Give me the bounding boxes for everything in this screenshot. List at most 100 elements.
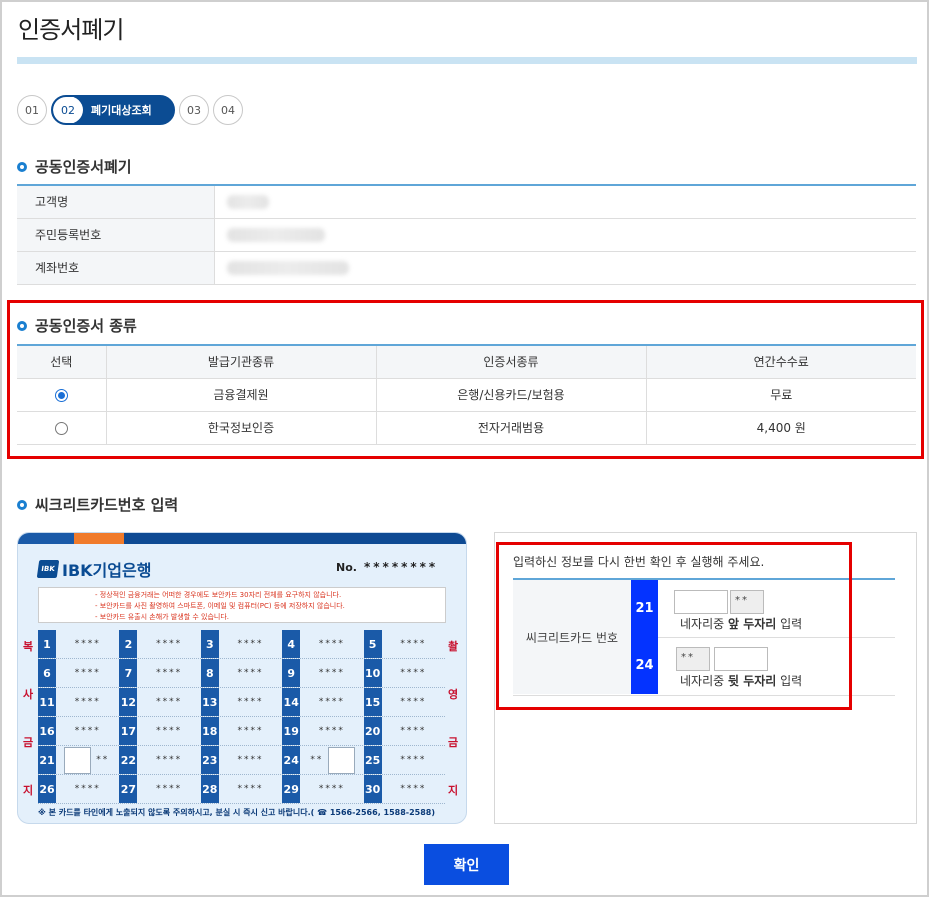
card-notice: - 정상적인 금융거래는 어떠한 경우에도 보안카드 30자리 전체를 요구하지… <box>38 587 446 623</box>
card-cell-number: 6 <box>38 659 56 687</box>
card-cell-value: **** <box>300 630 363 658</box>
card-cell-mask: **** <box>156 784 183 794</box>
card-cell-mask: **** <box>156 755 183 765</box>
customer-info-table: 고객명 주민등록번호 계좌번호 <box>17 184 916 285</box>
card-footer: ※ 본 카드를 타인에게 노출되지 않도록 주의하시고, 분실 시 즉시 신고 … <box>38 808 436 817</box>
card-cell-value: **** <box>382 775 445 803</box>
cert-type-table: 선택 발급기관종류 인증서종류 연간수수료 금융결제원 은행/신용카드/보험용 … <box>17 344 916 445</box>
step-03: 03 <box>179 95 209 125</box>
card-cell-number: 20 <box>363 717 382 745</box>
card-cell-value: **** <box>137 688 200 716</box>
card-cell-value: **** <box>137 746 200 774</box>
security-card-grid: 1 **** 2 **** 3 **** 4 **** 5 **** 6 **** 7 **** 8 ****… <box>38 630 445 804</box>
col-select: 선택 <box>17 345 106 379</box>
highlight-box-input <box>496 542 852 710</box>
issuer-cell: 금융결제원 <box>105 378 376 412</box>
bank-name: IBK기업은행 <box>62 561 152 580</box>
card-cell-number: 23 <box>200 746 219 774</box>
card-cell-number: 9 <box>282 659 301 687</box>
card-cell-mask: **** <box>237 726 264 736</box>
section-secret-card-label: 씨크리트카드번호 입력 <box>35 496 179 514</box>
resident-number-value <box>214 218 916 252</box>
notice-line: - 보안카드 유출시 손해가 발생할 수 있습니다. <box>95 613 230 621</box>
card-cell-mask: **** <box>156 639 183 649</box>
customer-name-value <box>214 185 916 219</box>
card-grid-row: 1 **** 2 **** 3 **** 4 **** 5 **** <box>38 630 445 659</box>
table-row: 한국정보인증 전자거래범용 4,400 원 <box>17 411 916 445</box>
card-cell-mask: **** <box>318 639 345 649</box>
side-char-right: 지 <box>448 784 459 797</box>
section-cert-type-label: 공동인증서 종류 <box>35 317 137 335</box>
confirm-button[interactable]: 확인 <box>424 844 509 885</box>
card-cell-value: **** <box>382 746 445 774</box>
card-cell-number: 1 <box>38 630 56 658</box>
account-number-value <box>214 251 916 285</box>
card-cell-mask: **** <box>400 668 427 678</box>
card-grid-row: 21 ** 22 **** 23 **** 24 ** 25 **** <box>38 746 445 775</box>
card-cell-mask: **** <box>74 697 101 707</box>
step-01: 01 <box>17 95 47 125</box>
title-divider <box>17 57 917 64</box>
table-row: 계좌번호 <box>17 251 916 285</box>
card-cell-number: 16 <box>38 717 56 745</box>
card-cell-number: 12 <box>119 688 138 716</box>
card-cell-value: **** <box>56 688 119 716</box>
card-cell-mask: **** <box>156 697 183 707</box>
radio-kftc[interactable] <box>54 388 68 402</box>
radio-kica[interactable] <box>54 421 68 435</box>
side-char-left: 금 <box>23 736 34 749</box>
card-cell-number: 5 <box>363 630 382 658</box>
card-cell-value: **** <box>219 630 282 658</box>
step-02-label: 폐기대상조회 <box>91 104 152 117</box>
side-char-right: 촬 <box>448 640 459 653</box>
bullet-icon <box>17 320 27 331</box>
card-cell-mask: **** <box>400 639 427 649</box>
account-number-label: 계좌번호 <box>17 251 215 285</box>
section-cert-revoke-title: 공동인증서폐기 <box>17 156 132 177</box>
bullet-icon <box>17 161 27 172</box>
card-cell-mask: **** <box>237 639 264 649</box>
select-cell <box>17 411 106 445</box>
card-cell-number: 13 <box>200 688 219 716</box>
card-cell-value: **** <box>137 630 200 658</box>
bullet-icon <box>17 499 27 510</box>
card-cell-mask: **** <box>318 697 345 707</box>
step-02-active: 02 폐기대상조회 <box>51 95 175 125</box>
card-cell-value: **** <box>56 717 119 745</box>
card-cell-value: **** <box>300 659 363 687</box>
card-cell-partial-mask: ** <box>96 755 110 765</box>
card-cell-mask: **** <box>237 697 264 707</box>
card-cell-value: **** <box>300 717 363 745</box>
redacted-value <box>226 227 325 242</box>
card-cell-partial-mask: ** <box>310 755 324 765</box>
card-grid-row: 6 **** 7 **** 8 **** 9 **** 10 **** <box>38 659 445 688</box>
bank-logo: IBK IBK기업은행 <box>36 557 152 581</box>
card-cell-value: ** <box>300 746 363 774</box>
card-cell-value: **** <box>137 717 200 745</box>
customer-name-label: 고객명 <box>17 185 215 219</box>
card-cell-number: 8 <box>200 659 219 687</box>
card-cell-number: 26 <box>38 775 56 803</box>
card-cell-value: **** <box>300 775 363 803</box>
cert-type-cell: 은행/신용카드/보험용 <box>375 378 646 412</box>
step-indicator: 01 02 폐기대상조회 03 04 <box>17 95 243 125</box>
card-cell-number: 4 <box>282 630 301 658</box>
card-cell-number: 21 <box>38 746 56 774</box>
select-cell <box>17 378 106 412</box>
card-cell-value: **** <box>56 659 119 687</box>
card-cell-value: ** <box>56 746 119 774</box>
card-cell-value: **** <box>219 688 282 716</box>
section-cert-revoke-label: 공동인증서폐기 <box>35 158 132 176</box>
card-cell-value: **** <box>56 630 119 658</box>
side-char-right: 금 <box>448 736 459 749</box>
card-cell-mask: **** <box>400 726 427 736</box>
card-cell-value: **** <box>137 775 200 803</box>
card-no-label: No. <box>336 561 357 574</box>
card-cell-cover <box>328 747 356 774</box>
card-cell-value: **** <box>219 746 282 774</box>
card-cell-mask: **** <box>156 726 183 736</box>
card-cell-number: 10 <box>363 659 382 687</box>
card-cell-number: 17 <box>119 717 138 745</box>
card-top-stripe <box>18 533 466 544</box>
step-04: 04 <box>213 95 243 125</box>
